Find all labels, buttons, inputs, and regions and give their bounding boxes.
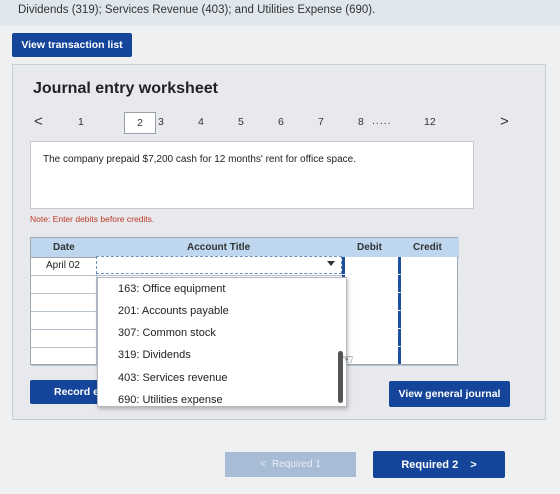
entry-date[interactable]: April 02 [46, 260, 80, 271]
header-date: Date [53, 242, 75, 253]
required-2-button[interactable]: Required 2 > [373, 451, 505, 478]
dropdown-option[interactable]: 201: Accounts payable [118, 305, 229, 317]
debit-input[interactable] [342, 311, 398, 328]
view-transaction-list-button[interactable]: View transaction list [12, 33, 132, 57]
dropdown-option[interactable]: 319: Dividends [118, 349, 191, 361]
prev-page-arrow[interactable]: < [34, 113, 43, 130]
instruction-text: Dividends (319); Services Revenue (403);… [0, 0, 560, 26]
chevron-down-icon[interactable] [327, 261, 335, 266]
page-6[interactable]: 6 [278, 116, 284, 128]
page-3[interactable]: 3 [158, 116, 164, 128]
dropdown-option[interactable]: 163: Office equipment [118, 283, 225, 295]
credit-input[interactable] [398, 293, 457, 310]
credit-input[interactable] [398, 275, 457, 292]
header-debit: Debit [357, 242, 382, 253]
journal-header: Date Account Title Debit Credit [31, 238, 459, 258]
hand-cursor-icon: ☜ [341, 351, 354, 367]
debit-input[interactable] [342, 329, 398, 346]
page-2-active[interactable]: 2 [124, 112, 156, 134]
debit-credit-note: Note: Enter debits before credits. [30, 214, 155, 224]
next-page-arrow[interactable]: > [500, 113, 509, 130]
debit-input[interactable] [342, 257, 398, 274]
credit-input[interactable] [398, 311, 457, 328]
dropdown-option[interactable]: 307: Common stock [118, 327, 216, 339]
credit-input[interactable] [398, 347, 457, 364]
dropdown-option[interactable]: 403: Services revenue [118, 372, 227, 384]
required-1-label: Required 1 [271, 459, 321, 470]
view-general-journal-button[interactable]: View general journal [389, 381, 510, 407]
page-5[interactable]: 5 [238, 116, 244, 128]
credit-input[interactable] [398, 257, 457, 274]
credit-input[interactable] [398, 329, 457, 346]
chevron-right-icon: > [470, 458, 477, 471]
transaction-description: The company prepaid $7,200 cash for 12 m… [30, 141, 474, 209]
page-4[interactable]: 4 [198, 116, 204, 128]
debit-input[interactable] [342, 275, 398, 292]
page-7[interactable]: 7 [318, 116, 324, 128]
page-1[interactable]: 1 [78, 116, 84, 128]
account-title-select[interactable] [96, 256, 342, 274]
page-ellipsis: ..... [372, 115, 392, 127]
account-dropdown[interactable]: 163: Office equipment 201: Accounts paya… [97, 277, 347, 407]
page-8[interactable]: 8 [358, 116, 364, 128]
debit-input[interactable] [342, 293, 398, 310]
required-2-label: Required 2 [401, 458, 459, 471]
header-credit: Credit [413, 242, 442, 253]
page-navigation: < 1 2 3 4 5 6 7 8 ..... 12 > [22, 112, 522, 134]
dropdown-option[interactable]: 690: Utilities expense [118, 394, 223, 406]
page-12[interactable]: 12 [424, 116, 436, 128]
header-account-title: Account Title [187, 242, 251, 253]
required-1-button[interactable]: < Required 1 [225, 452, 356, 477]
worksheet-title: Journal entry worksheet [33, 80, 218, 97]
chevron-left-icon: < [260, 459, 266, 470]
